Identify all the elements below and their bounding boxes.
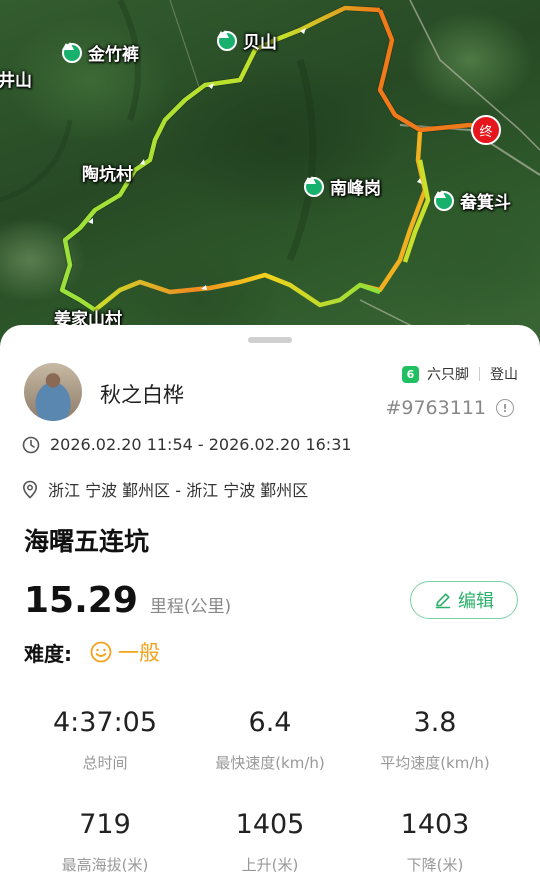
stat-total-time: 4:37:05 总时间	[15, 707, 195, 773]
info-icon[interactable]: !	[496, 399, 514, 417]
mountain-pin-icon	[434, 190, 454, 211]
place-label-jingshan: 井山	[0, 71, 32, 91]
track-detail-sheet: 秋之白桦 6 六只脚 登山 #9763111 ! 2026.02.20 11:5…	[0, 325, 540, 879]
trail-title: 海曙五连坑	[24, 527, 150, 556]
mountain-pin-icon	[217, 30, 237, 51]
time-range-row: 2026.02.20 11:54 - 2026.02.20 16:31	[22, 435, 352, 454]
distance: 15.29 里程(公里)	[24, 580, 231, 621]
stat-value: 719	[79, 809, 131, 840]
stat-avg-speed: 3.8 平均速度(km/h)	[345, 707, 525, 773]
edit-button[interactable]: 编辑	[410, 581, 518, 619]
user-name[interactable]: 秋之白桦	[100, 379, 184, 409]
divider	[479, 367, 480, 381]
difficulty-label: 难度:	[24, 641, 72, 666]
location-row: 浙江 宁波 鄞州区 - 浙江 宁波 鄞州区	[22, 477, 308, 501]
location-text: 浙江 宁波 鄞州区 - 浙江 宁波 鄞州区	[48, 481, 309, 500]
route-map[interactable]: 金竹裤 贝山 井山 陶坑村 南峰岗 畚箕斗 姜家山村 终	[0, 0, 540, 360]
stat-label: 平均速度(km/h)	[380, 754, 490, 772]
location-pin-icon	[22, 480, 38, 499]
difficulty: 难度: 一般	[24, 637, 160, 667]
stat-value: 4:37:05	[52, 707, 158, 738]
app-logo-icon: 6	[402, 365, 419, 383]
poi-nanfenggang[interactable]: 南峰岗	[304, 174, 381, 199]
stat-value: 1403	[400, 809, 470, 840]
poi-beishan[interactable]: 贝山	[217, 28, 277, 53]
poi-benjidou[interactable]: 畚箕斗	[434, 188, 511, 213]
smile-icon	[90, 641, 112, 663]
avatar[interactable]	[24, 363, 82, 421]
poi-label: 贝山	[243, 33, 277, 53]
poi-label: 金竹裤	[88, 45, 139, 65]
time-range: 2026.02.20 11:54 - 2026.02.20 16:31	[50, 435, 352, 454]
route-segment-south	[93, 272, 381, 312]
stat-value: 6.4	[248, 707, 292, 738]
edit-label: 编辑	[458, 591, 494, 612]
stat-value: 1405	[235, 809, 305, 840]
source-app-name: 六只脚	[427, 367, 469, 383]
stat-label: 上升(米)	[241, 856, 299, 874]
stat-label: 下降(米)	[406, 856, 464, 874]
distance-value: 15.29	[24, 580, 138, 621]
record-id-text: #9763111	[385, 397, 486, 419]
pencil-icon	[435, 593, 451, 609]
stat-label: 最快速度(km/h)	[215, 754, 325, 772]
activity-type: 登山	[490, 367, 518, 383]
drag-handle[interactable]	[248, 337, 292, 343]
stat-value: 3.8	[413, 707, 457, 738]
distance-unit: 里程(公里)	[149, 597, 232, 617]
record-id: #9763111 !	[385, 397, 514, 419]
stat-max-speed: 6.4 最快速度(km/h)	[180, 707, 360, 773]
clock-icon	[22, 436, 40, 453]
mountain-pin-icon	[304, 176, 324, 197]
place-label-taokengcun: 陶坑村	[82, 165, 133, 185]
poi-label: 畚箕斗	[460, 193, 511, 213]
stat-max-altitude: 719 最高海拔(米)	[15, 809, 195, 875]
difficulty-value: 一般	[118, 641, 160, 665]
poi-jinzhuku[interactable]: 金竹裤	[62, 40, 139, 65]
source-tag: 6 六只脚 登山	[402, 364, 518, 384]
stat-ascent: 1405 上升(米)	[180, 809, 360, 875]
mountain-pin-icon	[62, 42, 82, 63]
end-marker[interactable]: 终	[471, 115, 501, 145]
stat-label: 总时间	[82, 754, 128, 772]
route-segment-east	[377, 9, 486, 133]
stat-descent: 1403 下降(米)	[345, 809, 525, 875]
stat-label: 最高海拔(米)	[61, 856, 149, 874]
poi-label: 南峰岗	[330, 179, 381, 199]
route-segment-southeast	[359, 131, 428, 293]
